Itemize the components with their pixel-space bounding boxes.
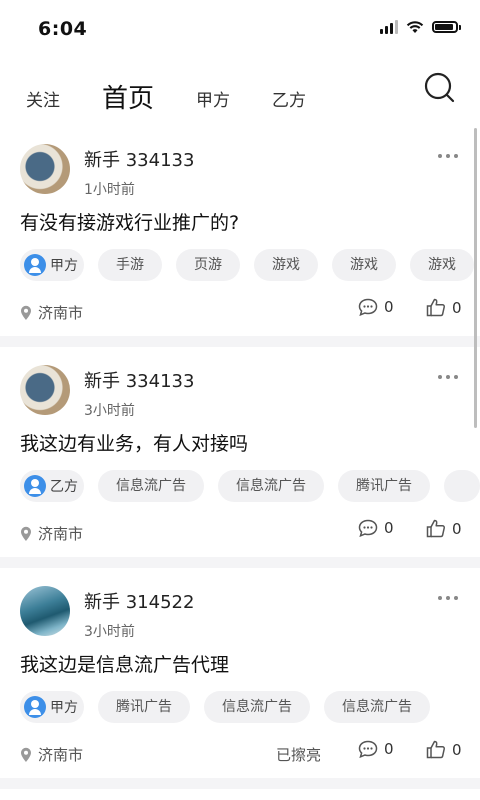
tab-home[interactable]: 首页 xyxy=(102,78,154,115)
avatar[interactable] xyxy=(20,144,70,194)
search-icon[interactable] xyxy=(422,70,458,106)
comment-icon xyxy=(358,298,378,316)
post-text[interactable]: 有没有接游戏行业推广的? xyxy=(20,208,239,235)
post-text[interactable]: 我这边有业务，有人对接吗 xyxy=(20,429,248,456)
avatar[interactable] xyxy=(20,365,70,415)
post-card[interactable]: 新手 314522 3小时前 我这边是信息流广告代理 甲方 腾讯广告 信息流广告… xyxy=(0,568,480,778)
post-card[interactable]: 新手 334133 3小时前 我这边有业务，有人对接吗 乙方 信息流广告 信息流… xyxy=(0,347,480,557)
thumbs-up-icon xyxy=(426,740,446,759)
post-time: 1小时前 xyxy=(84,182,135,198)
tab-party-a[interactable]: 甲方 xyxy=(196,86,230,111)
tag-chip[interactable]: 信息流广告 xyxy=(204,691,310,723)
tag-chip[interactable]: 游戏 xyxy=(332,249,396,281)
location-pin-icon xyxy=(21,526,31,541)
role-tag: 甲方 xyxy=(20,691,84,723)
comment-count: 0 xyxy=(384,519,394,537)
more-options-icon[interactable] xyxy=(438,154,458,158)
polished-label: 已擦亮 xyxy=(276,746,322,764)
post-time: 3小时前 xyxy=(84,624,135,640)
like-button[interactable]: 0 xyxy=(426,740,462,759)
location: 济南市 xyxy=(20,302,83,323)
post-tags: 甲方 腾讯广告 信息流广告 信息流广告 xyxy=(20,691,430,723)
tab-party-b[interactable]: 乙方 xyxy=(272,86,306,111)
comment-button[interactable]: 0 xyxy=(358,519,394,537)
post-text[interactable]: 我这边是信息流广告代理 xyxy=(20,650,229,677)
tag-chip[interactable]: 信息流广告 xyxy=(324,691,430,723)
user-icon xyxy=(24,696,46,718)
user-icon xyxy=(24,475,46,497)
post-username[interactable]: 新手 334133 xyxy=(84,146,194,172)
post-tags: 甲方 手游 页游 游戏 游戏 游戏 xyxy=(20,249,474,281)
post-feed: 新手 334133 1小时前 有没有接游戏行业推广的? 甲方 手游 页游 游戏 … xyxy=(0,126,480,789)
post-card[interactable]: 新手 334133 1小时前 有没有接游戏行业推广的? 甲方 手游 页游 游戏 … xyxy=(0,126,480,336)
tag-chip[interactable]: 手游 xyxy=(98,249,162,281)
status-time: 6:04 xyxy=(38,18,88,40)
location-label: 济南市 xyxy=(38,746,84,764)
role-tag: 乙方 xyxy=(20,470,84,502)
post-tags: 乙方 信息流广告 信息流广告 腾讯广告 xyxy=(20,470,480,502)
tag-chip[interactable]: 信息流广告 xyxy=(218,470,324,502)
location-pin-icon xyxy=(21,305,31,320)
location-pin-icon xyxy=(21,747,31,762)
tab-follow[interactable]: 关注 xyxy=(26,86,60,111)
location-label: 济南市 xyxy=(38,304,84,322)
comment-count: 0 xyxy=(384,740,394,758)
role-label: 甲方 xyxy=(50,258,78,274)
like-count: 0 xyxy=(452,519,462,538)
location: 济南市 xyxy=(20,523,83,544)
thumbs-up-icon xyxy=(426,298,446,317)
like-button[interactable]: 0 xyxy=(426,519,462,538)
feed-scrollbar[interactable] xyxy=(474,128,477,428)
status-icons xyxy=(380,20,461,34)
tag-chip[interactable] xyxy=(444,470,480,502)
like-count: 0 xyxy=(452,740,462,759)
post-username[interactable]: 新手 334133 xyxy=(84,367,194,393)
top-nav: 关注 首页 甲方 乙方 xyxy=(0,56,480,126)
more-options-icon[interactable] xyxy=(438,596,458,600)
like-count: 0 xyxy=(452,298,462,317)
tag-chip[interactable]: 信息流广告 xyxy=(98,470,204,502)
post-time: 3小时前 xyxy=(84,403,135,419)
cellular-signal-icon xyxy=(380,20,398,34)
tag-chip[interactable]: 游戏 xyxy=(254,249,318,281)
tag-chip[interactable]: 腾讯广告 xyxy=(98,691,190,723)
comment-button[interactable]: 0 xyxy=(358,298,394,316)
role-label: 乙方 xyxy=(50,479,78,495)
avatar[interactable] xyxy=(20,586,70,636)
comment-count: 0 xyxy=(384,298,394,316)
thumbs-up-icon xyxy=(426,519,446,538)
tag-chip[interactable]: 腾讯广告 xyxy=(338,470,430,502)
location-label: 济南市 xyxy=(38,525,84,543)
battery-icon xyxy=(432,21,461,33)
like-button[interactable]: 0 xyxy=(426,298,462,317)
more-options-icon[interactable] xyxy=(438,375,458,379)
user-icon xyxy=(24,254,46,276)
post-username[interactable]: 新手 314522 xyxy=(84,588,194,614)
comment-icon xyxy=(358,519,378,537)
role-label: 甲方 xyxy=(50,700,78,716)
wifi-icon xyxy=(406,21,424,33)
status-bar: 6:04 xyxy=(0,0,480,56)
comment-button[interactable]: 0 xyxy=(358,740,394,758)
tag-chip[interactable]: 页游 xyxy=(176,249,240,281)
comment-icon xyxy=(358,740,378,758)
role-tag: 甲方 xyxy=(20,249,84,281)
location: 济南市 xyxy=(20,744,83,765)
tag-chip[interactable]: 游戏 xyxy=(410,249,474,281)
